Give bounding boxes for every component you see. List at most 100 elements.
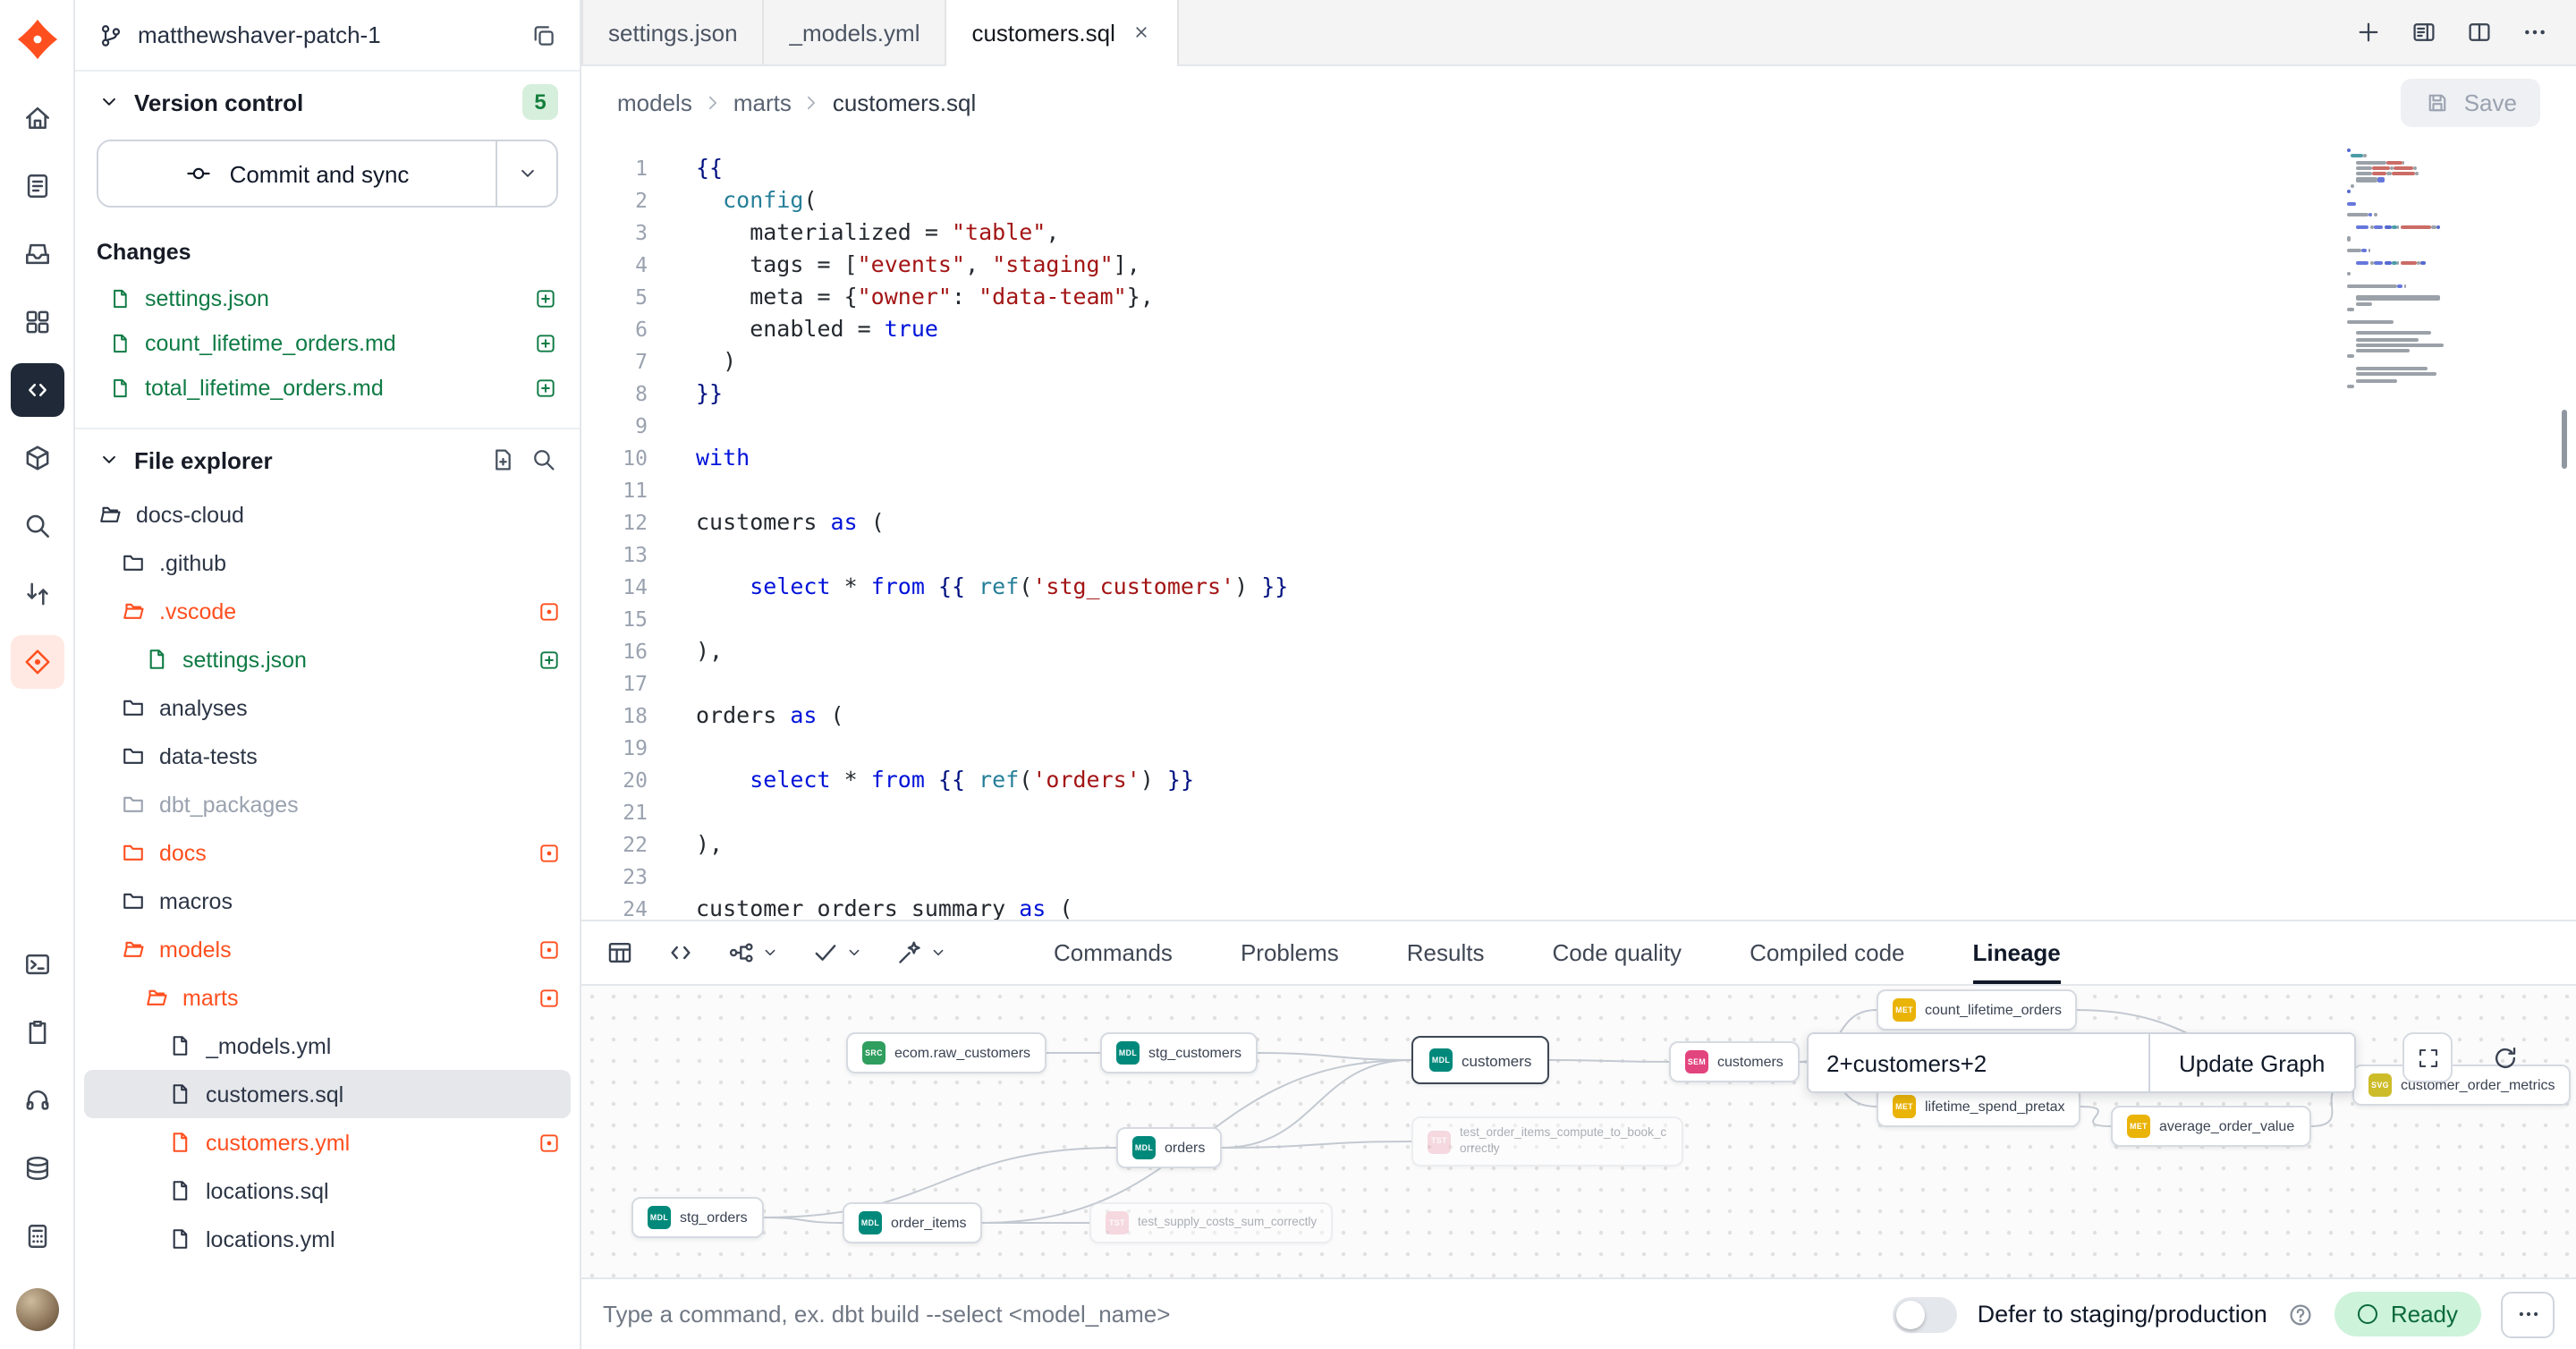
status-badge[interactable]: Ready <box>2335 1292 2481 1336</box>
test-button[interactable] <box>810 938 864 968</box>
tree-item-dbt_packages[interactable]: dbt_packages <box>75 780 580 828</box>
tree-item-.vscode[interactable]: .vscode <box>75 587 580 635</box>
commit-options-button[interactable] <box>496 141 556 206</box>
panel-tab-problems[interactable]: Problems <box>1241 921 1339 984</box>
help-icon[interactable] <box>2287 1300 2316 1328</box>
dot-square-icon[interactable] <box>537 598 562 624</box>
rail-headset-button[interactable] <box>10 1073 64 1127</box>
lineage-node-customers_model[interactable]: MDLcustomers <box>1411 1036 1549 1084</box>
save-button[interactable]: Save <box>2402 78 2540 126</box>
plus-square-icon[interactable] <box>533 375 558 400</box>
tree-item-locations.yml[interactable]: locations.yml <box>75 1215 580 1263</box>
commit-and-sync-button[interactable]: Commit and sync <box>98 141 496 206</box>
compile-code-button[interactable] <box>665 938 696 968</box>
lineage-canvas[interactable]: 2+customers+2 Update Graph SRCecom.raw_c… <box>581 986 2576 1277</box>
tree-item-docs-cloud[interactable]: docs-cloud <box>75 490 580 539</box>
rail-apps-button[interactable] <box>10 295 64 349</box>
update-graph-button[interactable]: Update Graph <box>2148 1034 2353 1091</box>
rail-clipboard-button[interactable] <box>10 1005 64 1059</box>
lineage-node-raw_customers[interactable]: SRCecom.raw_customers <box>846 1032 1046 1073</box>
dbt-logo[interactable] <box>13 16 60 63</box>
plus-square-icon[interactable] <box>537 647 562 672</box>
new-file-icon[interactable] <box>488 445 517 474</box>
new-tab-button[interactable] <box>2354 18 2383 47</box>
tree-item-.github[interactable]: .github <box>75 539 580 587</box>
lineage-node-stg_customers[interactable]: MDLstg_customers <box>1100 1032 1258 1073</box>
lineage-node-test_order_items[interactable]: TSTtest_order_items_compute_to_book_corr… <box>1411 1116 1683 1167</box>
split-editor-button[interactable] <box>2465 18 2494 47</box>
version-control-header[interactable]: Version control 5 <box>75 72 580 132</box>
fullscreen-button[interactable] <box>2402 1032 2453 1082</box>
tree-item-analyses[interactable]: analyses <box>75 683 580 732</box>
panel-tab-results[interactable]: Results <box>1407 921 1485 984</box>
tree-item-customers.yml[interactable]: customers.yml <box>75 1118 580 1167</box>
scrollbar-thumb[interactable] <box>2561 410 2567 469</box>
changed-file-count_lifetime_orders.md[interactable]: count_lifetime_orders.md <box>75 320 580 365</box>
plus-square-icon[interactable] <box>533 330 558 355</box>
rail-scope-button[interactable] <box>10 499 64 553</box>
search-icon[interactable] <box>530 445 558 474</box>
tab-_models.yml[interactable]: _models.yml <box>765 0 947 64</box>
dot-square-icon[interactable] <box>537 840 562 865</box>
plus-square-icon[interactable] <box>533 285 558 310</box>
build-button[interactable] <box>726 938 780 968</box>
tree-item-settings.json[interactable]: settings.json <box>75 635 580 683</box>
tree-item-_models.yml[interactable]: _models.yml <box>75 1022 580 1070</box>
minimap[interactable] <box>2347 148 2547 390</box>
lineage-node-test_supply_costs[interactable]: TSTtest_supply_costs_sum_correctly <box>1089 1202 1333 1243</box>
rail-inbox-button[interactable] <box>10 227 64 281</box>
lineage-selector-input[interactable]: 2+customers+2 <box>1809 1034 2148 1091</box>
lint-fix-button[interactable] <box>894 938 948 968</box>
breadcrumb-segment[interactable]: customers.sql <box>833 89 976 115</box>
code-editor[interactable]: 1{{2 config(3 materialized = "table",4 t… <box>581 138 2576 920</box>
tree-item-docs[interactable]: docs <box>75 828 580 877</box>
tree-item-locations.sql[interactable]: locations.sql <box>75 1167 580 1215</box>
lineage-node-customer_order_metrics[interactable]: SVGcustomer_order_metrics <box>2352 1065 2572 1106</box>
defer-toggle[interactable] <box>1894 1296 1958 1332</box>
tree-item-customers.sql[interactable]: customers.sql <box>84 1070 571 1118</box>
rail-home-button[interactable] <box>10 91 64 145</box>
tree-item-macros[interactable]: macros <box>75 877 580 925</box>
breadcrumb-segment[interactable]: marts <box>733 89 792 115</box>
rail-stack-button[interactable] <box>10 1141 64 1195</box>
rail-code-editor-button[interactable] <box>10 363 64 417</box>
rail-dbt-cloud-cli-button[interactable] <box>10 635 64 689</box>
panel-tab-compiled-code[interactable]: Compiled code <box>1750 921 1904 984</box>
results-table-button[interactable] <box>605 938 635 968</box>
dot-square-icon[interactable] <box>537 1130 562 1155</box>
rail-terminal-button[interactable] <box>10 938 64 991</box>
rail-git-compare-button[interactable] <box>10 567 64 621</box>
refresh-graph-button[interactable] <box>2479 1032 2529 1082</box>
folder-icon <box>120 549 147 576</box>
changed-file-settings.json[interactable]: settings.json <box>75 276 580 320</box>
lineage-node-count_lifetime_orders[interactable]: METcount_lifetime_orders <box>1877 989 2078 1031</box>
lineage-node-orders[interactable]: MDLorders <box>1116 1127 1221 1168</box>
lineage-node-order_items[interactable]: MDLorder_items <box>843 1202 983 1243</box>
command-input[interactable]: Type a command, ex. dbt build --select <… <box>603 1301 1170 1328</box>
panel-tab-lineage[interactable]: Lineage <box>1973 921 2061 984</box>
toggle-panel-button[interactable] <box>2410 18 2438 47</box>
lineage-node-customers_sem[interactable]: SEMcustomers <box>1669 1041 1800 1082</box>
panel-tab-commands[interactable]: Commands <box>1054 921 1173 984</box>
user-avatar[interactable] <box>15 1288 58 1331</box>
tab-customers.sql[interactable]: customers.sql <box>946 0 1179 64</box>
rail-notebook-button[interactable] <box>10 159 64 213</box>
tree-item-marts[interactable]: marts <box>75 973 580 1022</box>
tree-item-models[interactable]: models <box>75 925 580 973</box>
rail-cube-button[interactable] <box>10 431 64 485</box>
status-overflow-button[interactable] <box>2501 1291 2555 1337</box>
rail-keypad-button[interactable] <box>10 1209 64 1263</box>
editor-overflow-button[interactable] <box>2521 18 2549 47</box>
dot-square-icon[interactable] <box>537 937 562 962</box>
close-icon[interactable] <box>1131 21 1153 43</box>
changed-file-total_lifetime_orders.md[interactable]: total_lifetime_orders.md <box>75 365 580 410</box>
file-explorer-header[interactable]: File explorer <box>75 429 580 490</box>
tree-item-data-tests[interactable]: data-tests <box>75 732 580 780</box>
dot-square-icon[interactable] <box>537 985 562 1010</box>
breadcrumb-segment[interactable]: models <box>617 89 692 115</box>
lineage-node-stg_orders[interactable]: MDLstg_orders <box>631 1197 764 1238</box>
panel-tab-code-quality[interactable]: Code quality <box>1553 921 1682 984</box>
tab-settings.json[interactable]: settings.json <box>581 0 765 64</box>
lineage-node-average_order_value[interactable]: METaverage_order_value <box>2111 1106 2310 1147</box>
copy-branch-icon[interactable] <box>530 21 558 49</box>
